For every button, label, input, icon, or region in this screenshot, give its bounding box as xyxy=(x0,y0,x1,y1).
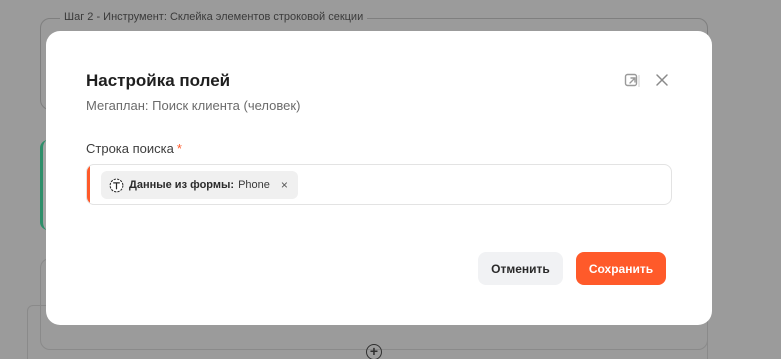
external-window-icon[interactable] xyxy=(624,73,640,89)
modal-subtitle: Мегаплан: Поиск клиента (человек) xyxy=(86,98,301,113)
close-icon[interactable] xyxy=(654,72,670,88)
chip-remove-icon[interactable]: × xyxy=(281,179,288,191)
cancel-button[interactable]: Отменить xyxy=(478,252,563,285)
field-accent-bar xyxy=(87,165,90,204)
text-t-icon xyxy=(109,178,124,192)
field-settings-modal: Настройка полей Мегаплан: Поиск клиента … xyxy=(46,31,712,325)
chip-value: Phone xyxy=(238,179,270,191)
chip-source-label: Данные из формы: xyxy=(129,179,235,191)
form-data-chip[interactable]: Данные из формы: Phone × xyxy=(101,171,298,199)
search-string-label: Строка поиска * xyxy=(86,141,182,156)
search-string-label-text: Строка поиска xyxy=(86,141,174,156)
add-step-plus-icon[interactable]: + xyxy=(366,344,382,359)
required-mark: * xyxy=(176,141,182,156)
save-button[interactable]: Сохранить xyxy=(576,252,666,285)
search-string-field[interactable]: Данные из формы: Phone × xyxy=(86,164,672,205)
background-step-legend: Шаг 2 - Инструмент: Склейка элементов ст… xyxy=(60,11,368,23)
modal-title: Настройка полей xyxy=(86,71,231,90)
